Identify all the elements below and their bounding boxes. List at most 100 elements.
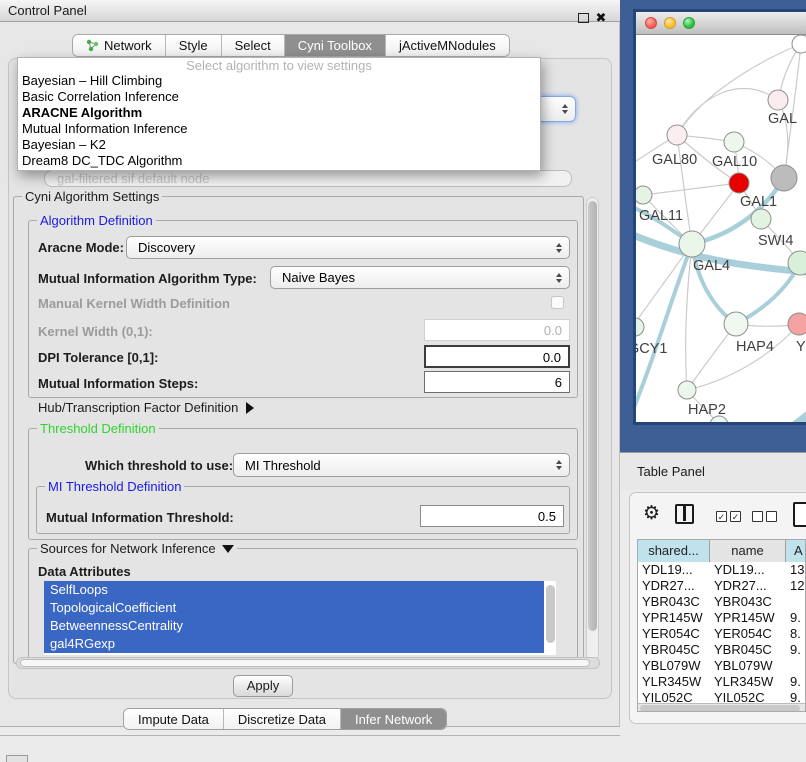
table-row[interactable]: YBR045CYBR045C9. <box>638 642 806 658</box>
table-row[interactable]: YDL19...YDL19...13 <box>638 562 806 578</box>
network-node[interactable] <box>667 125 687 145</box>
manual-kernel-checkbox[interactable] <box>551 296 564 309</box>
zoom-traffic-light[interactable] <box>683 17 695 29</box>
table-row[interactable]: YLR345WYLR345W9. <box>638 674 806 690</box>
control-panel-title: Control Panel <box>0 3 87 18</box>
tab-infer-network[interactable]: Infer Network <box>341 709 446 729</box>
select-all-checkbox-icon[interactable]: ✓ <box>716 511 727 522</box>
network-canvas[interactable]: GALGAL80GAL10GAL1GAL11SWI4GAL4GCY1HAP4YH… <box>636 35 806 422</box>
list-scrollbar-thumb[interactable] <box>546 585 555 643</box>
attribute-item[interactable]: SelfLoops <box>44 581 544 599</box>
network-node[interactable] <box>678 381 696 399</box>
network-node[interactable] <box>724 312 748 336</box>
mi-threshold-field[interactable]: 0.5 <box>420 505 564 527</box>
network-node-label: GCY1 <box>636 341 668 357</box>
table-row[interactable]: YBR043CYBR043C <box>638 594 806 610</box>
mi-algorithm-type-combo[interactable]: Naive Bayes <box>270 266 570 289</box>
network-node[interactable] <box>792 35 806 53</box>
network-node[interactable] <box>729 173 749 193</box>
table-row[interactable]: YBL079WYBL079W <box>638 658 806 674</box>
network-node[interactable] <box>771 165 797 191</box>
expand-right-icon <box>246 402 254 414</box>
close-icon[interactable]: ✖ <box>593 9 609 27</box>
network-node[interactable] <box>636 186 652 204</box>
network-node[interactable] <box>768 90 788 110</box>
tab-jactivemnodules[interactable]: jActiveMNodules <box>386 35 509 56</box>
table-panel-titlebar[interactable]: Table Panel <box>620 452 806 490</box>
document-icon[interactable] <box>793 502 806 527</box>
table-row[interactable]: YPR145WYPR145W9. <box>638 610 806 626</box>
algorithm-combo-stepper[interactable] <box>538 96 576 122</box>
close-traffic-light[interactable] <box>645 17 657 29</box>
network-window-titlebar[interactable] <box>636 12 806 35</box>
settings-horizontal-scrollbar[interactable] <box>16 657 600 669</box>
network-data-combo[interactable]: gal-filtered sif default node <box>44 170 572 187</box>
tab-style[interactable]: Style <box>166 35 222 56</box>
kernel-width-field[interactable]: 0.0 <box>424 319 570 341</box>
algorithm-option[interactable]: Bayesian – Hill Climbing <box>18 73 540 89</box>
network-window: GALGAL80GAL10GAL1GAL11SWI4GAL4GCY1HAP4YH… <box>633 9 806 425</box>
divider <box>0 735 620 736</box>
attribute-item[interactable]: TopologicalCoefficient <box>44 599 544 617</box>
tab-discretize-data[interactable]: Discretize Data <box>224 709 341 729</box>
algorithm-option[interactable]: Dream8 DC_TDC Algorithm <box>18 153 540 169</box>
float-window-icon[interactable] <box>578 13 589 23</box>
column-header-clipped[interactable]: A <box>786 540 806 562</box>
sources-group-title[interactable]: Sources for Network Inference <box>37 541 237 556</box>
control-panel-titlebar[interactable]: Control Panel <box>0 0 620 22</box>
network-edge[interactable] <box>643 183 739 195</box>
bottom-tabbar: Impute Data Discretize Data Infer Networ… <box>123 708 447 730</box>
column-header-name[interactable]: name <box>710 540 786 562</box>
network-node[interactable] <box>636 318 644 336</box>
table-row[interactable]: YER054CYER054C8. <box>638 626 806 642</box>
network-node-label: Y <box>796 339 806 355</box>
table-cell: YLR345W <box>710 674 786 690</box>
algorithm-option[interactable]: Mutual Information Inference <box>18 121 540 137</box>
network-node[interactable] <box>788 313 806 335</box>
attribute-item[interactable]: BetweennessCentrality <box>44 617 544 635</box>
aracne-mode-combo[interactable]: Discovery <box>126 236 570 259</box>
table-horizontal-scrollbar[interactable] <box>638 703 806 712</box>
which-threshold-combo[interactable]: MI Threshold <box>233 453 570 477</box>
deselect-all-checkbox-icon[interactable] <box>766 511 777 522</box>
scrollbar-thumb[interactable] <box>588 201 597 631</box>
stepper-arrows-icon <box>556 460 562 470</box>
apply-button[interactable]: Apply <box>233 675 293 697</box>
tab-impute-data[interactable]: Impute Data <box>124 709 224 729</box>
settings-vertical-scrollbar[interactable] <box>586 197 599 661</box>
network-edge[interactable] <box>686 244 692 390</box>
select-all-checkbox-icon[interactable]: ✓ <box>730 511 741 522</box>
scrollbar-thumb[interactable] <box>640 705 800 712</box>
mi-steps-field[interactable]: 6 <box>424 371 570 393</box>
hub-definition-toggle[interactable]: Hub/Transcription Factor Definition <box>38 400 254 415</box>
tab-network[interactable]: Network <box>73 35 166 56</box>
scrollbar-thumb[interactable] <box>20 659 590 667</box>
table-header-row: shared... name A <box>638 540 806 562</box>
network-node[interactable] <box>724 132 744 152</box>
network-edge[interactable] <box>636 244 692 327</box>
kernel-width-label: Kernel Width (0,1): <box>38 324 153 339</box>
minimized-panel-button[interactable] <box>6 755 28 762</box>
tab-cyni-toolbox[interactable]: Cyni Toolbox <box>285 35 386 56</box>
algorithm-option[interactable]: Bayesian – K2 <box>18 137 540 153</box>
stepper-arrows-icon <box>556 243 562 253</box>
algorithm-option[interactable]: Basic Correlation Inference <box>18 89 540 105</box>
tab-select[interactable]: Select <box>222 35 285 56</box>
dpi-tolerance-field[interactable]: 0.0 <box>424 345 570 368</box>
columns-icon[interactable] <box>675 504 694 524</box>
deselect-all-checkbox-icon[interactable] <box>752 511 763 522</box>
network-node[interactable] <box>679 231 705 257</box>
network-node[interactable] <box>751 209 771 229</box>
algorithm-option[interactable]: ARACNE Algorithm <box>18 105 540 121</box>
table-cell: 13 <box>786 562 806 578</box>
data-attributes-label: Data Attributes <box>38 564 131 579</box>
network-edge[interactable] <box>677 88 778 135</box>
network-edge-thick[interactable] <box>736 407 806 422</box>
collapse-down-icon <box>222 545 234 553</box>
minimize-traffic-light[interactable] <box>664 17 676 29</box>
gear-icon[interactable]: ⚙ <box>643 504 660 523</box>
mi-algorithm-type-label: Mutual Information Algorithm Type: <box>38 271 257 286</box>
attribute-item[interactable]: gal4RGexp <box>44 635 544 653</box>
column-header-shared-name[interactable]: shared... <box>638 540 710 562</box>
table-row[interactable]: YDR27...YDR27...12 <box>638 578 806 594</box>
